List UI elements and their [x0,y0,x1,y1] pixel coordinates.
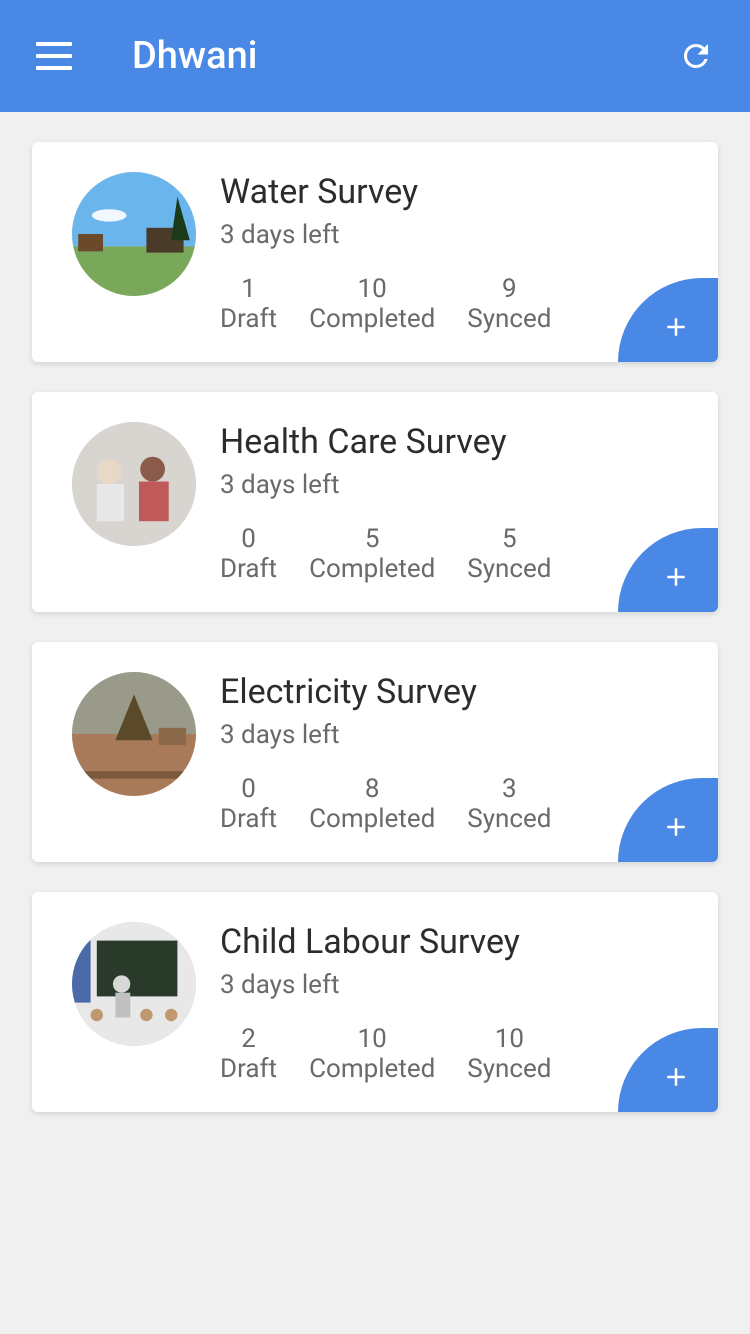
menu-icon[interactable] [36,42,72,70]
stat-value: 3 [467,774,551,804]
stat-value: 2 [220,1024,277,1054]
survey-info: Health Care Survey 3 days left 0 Draft 5… [220,422,678,584]
stat-value: 0 [220,774,277,804]
stat-value: 10 [309,274,435,304]
refresh-icon[interactable] [678,38,714,74]
stat-label: Draft [220,804,277,834]
survey-list: Water Survey 3 days left 1 Draft 10 Comp… [0,112,750,1172]
stat-draft: 0 Draft [220,774,277,834]
survey-card[interactable]: Water Survey 3 days left 1 Draft 10 Comp… [32,142,718,362]
survey-info: Water Survey 3 days left 1 Draft 10 Comp… [220,172,678,334]
stat-completed: 5 Completed [309,524,435,584]
stat-draft: 0 Draft [220,524,277,584]
survey-thumbnail [72,172,196,296]
survey-title: Child Labour Survey [220,922,678,962]
survey-stats: 0 Draft 8 Completed 3 Synced [220,774,678,834]
survey-info: Child Labour Survey 3 days left 2 Draft … [220,922,678,1084]
plus-icon [661,312,691,342]
days-left-label: 3 days left [220,470,678,500]
stat-completed: 10 Completed [309,274,435,334]
stat-value: 5 [467,524,551,554]
stat-label: Draft [220,304,277,334]
days-left-label: 3 days left [220,220,678,250]
stat-value: 1 [220,274,277,304]
days-left-label: 3 days left [220,970,678,1000]
stat-value: 10 [467,1024,551,1054]
plus-icon [661,812,691,842]
survey-title: Health Care Survey [220,422,678,462]
stat-draft: 2 Draft [220,1024,277,1084]
stat-value: 9 [467,274,551,304]
stat-draft: 1 Draft [220,274,277,334]
stat-label: Completed [309,304,435,334]
survey-stats: 1 Draft 10 Completed 9 Synced [220,274,678,334]
stat-completed: 10 Completed [309,1024,435,1084]
survey-stats: 2 Draft 10 Completed 10 Synced [220,1024,678,1084]
stat-value: 8 [309,774,435,804]
survey-card[interactable]: Health Care Survey 3 days left 0 Draft 5… [32,392,718,612]
stat-label: Draft [220,1054,277,1084]
plus-icon [661,562,691,592]
survey-info: Electricity Survey 3 days left 0 Draft 8… [220,672,678,834]
stat-label: Completed [309,804,435,834]
survey-thumbnail [72,922,196,1046]
stat-label: Draft [220,554,277,584]
survey-title: Water Survey [220,172,678,212]
app-header: Dhwani [0,0,750,112]
stat-completed: 8 Completed [309,774,435,834]
stat-label: Synced [467,304,551,334]
stat-synced: 3 Synced [467,774,551,834]
plus-icon [661,1062,691,1092]
stat-synced: 10 Synced [467,1024,551,1084]
survey-card[interactable]: Child Labour Survey 3 days left 2 Draft … [32,892,718,1112]
survey-stats: 0 Draft 5 Completed 5 Synced [220,524,678,584]
stat-label: Synced [467,1054,551,1084]
stat-label: Synced [467,804,551,834]
stat-value: 0 [220,524,277,554]
stat-synced: 9 Synced [467,274,551,334]
stat-value: 10 [309,1024,435,1054]
stat-label: Completed [309,1054,435,1084]
survey-thumbnail [72,422,196,546]
survey-thumbnail [72,672,196,796]
survey-title: Electricity Survey [220,672,678,712]
days-left-label: 3 days left [220,720,678,750]
stat-value: 5 [309,524,435,554]
stat-label: Synced [467,554,551,584]
app-title: Dhwani [132,34,678,78]
stat-synced: 5 Synced [467,524,551,584]
stat-label: Completed [309,554,435,584]
survey-card[interactable]: Electricity Survey 3 days left 0 Draft 8… [32,642,718,862]
